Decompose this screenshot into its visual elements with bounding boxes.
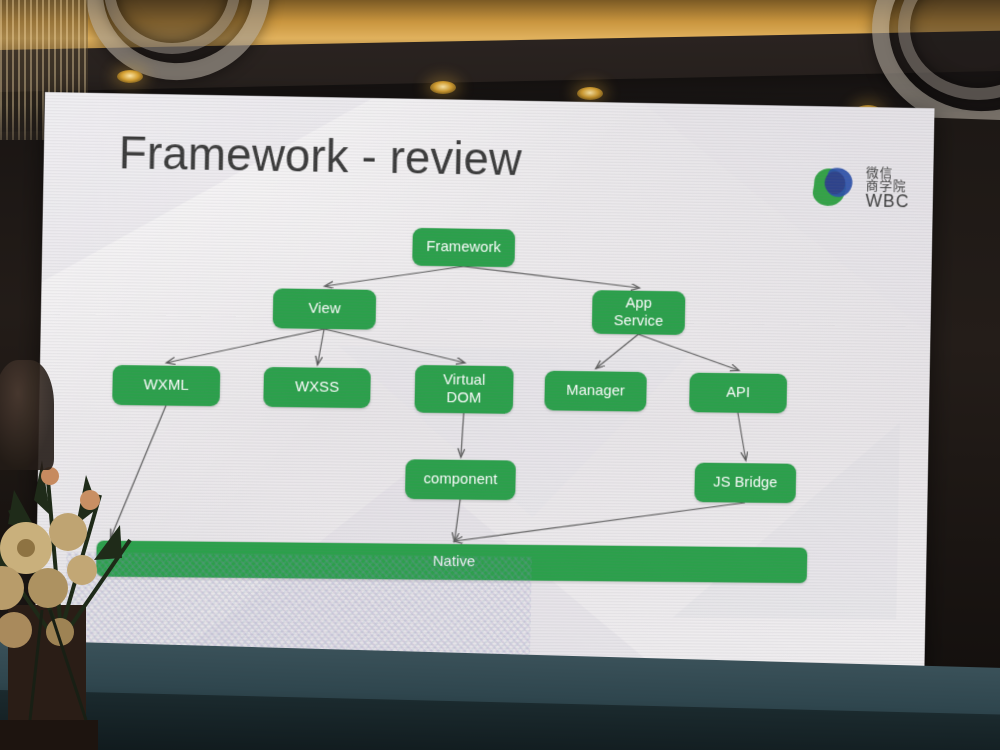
diagram-node-wxss: WXSS [263,367,371,408]
diagram-node-label: App Service [614,295,664,331]
diagram-node-label: Framework [426,238,501,257]
diagram-edge-appservice-to-manager [596,334,638,369]
diagram-edge-framework-to-appservice [463,266,639,287]
diagram-node-label: Native [433,553,476,571]
diagram-edge-framework-to-view [325,264,464,288]
diagram-node-view: View [273,288,377,329]
diagram-edge-view-to-wxss [318,329,325,365]
diagram-edge-view-to-wxml [167,327,324,365]
photo-scene: Framework - review 微信 商学院 WBC Framework … [0,0,1000,750]
diagram-node-api: API [689,373,787,414]
diagram-node-virtualdom: Virtual DOM [414,365,513,414]
ceiling-spotlight [430,81,456,94]
diagram-node-label: WXSS [295,378,339,396]
diagram-node-label: component [423,471,497,489]
diagram-node-label: API [726,384,750,402]
diagram-edge-component-to-native [454,500,460,542]
diagram-edge-appservice-to-api [638,334,740,370]
diagram-edge-jsbridge-to-native [454,500,745,545]
diagram-node-manager: Manager [544,371,647,412]
diagram-node-label: View [308,300,341,318]
diagram-node-label: Manager [566,382,625,400]
ceiling-spotlight [577,87,603,100]
diagram-node-framework: Framework [412,228,515,267]
diagram-node-native: Native [96,541,807,584]
diagram-edge-view-to-virtualdom [324,329,466,363]
diagram-edge-api-to-jsbridge [737,413,747,460]
diagram-node-jsbridge: JS Bridge [694,463,796,504]
audience-silhouette [0,360,54,470]
diagram-node-wxml: WXML [112,365,220,406]
diagram-node-label: Virtual DOM [443,372,486,408]
diagram-node-appservice: App Service [592,290,686,335]
diagram-edge-virtualdom-to-component [461,413,464,457]
ceiling-spotlight [117,70,143,83]
diagram-node-label: WXML [144,376,189,394]
diagram-node-label: JS Bridge [713,474,778,492]
diagram-node-component: component [405,459,516,500]
